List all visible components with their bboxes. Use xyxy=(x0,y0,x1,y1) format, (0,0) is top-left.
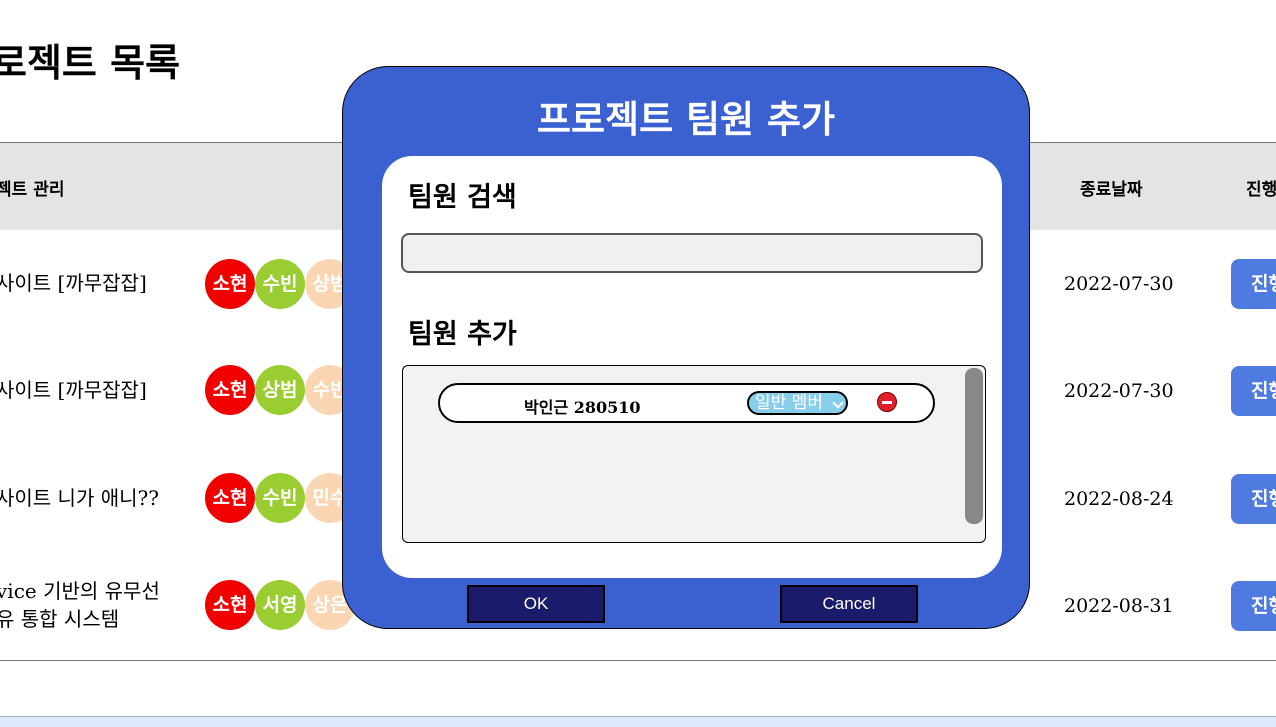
project-name[interactable]: vice 기반의 유무선 유 통합 시스템 xyxy=(0,577,160,633)
member-avatar: 수빈 xyxy=(255,473,305,523)
scrollbar-thumb[interactable] xyxy=(965,368,983,524)
end-date: 2022-08-31 xyxy=(1064,595,1174,617)
status-button[interactable]: 진행 xyxy=(1231,581,1276,631)
project-name[interactable]: 사이트 니가 애니?? xyxy=(0,484,159,512)
role-select-value: 일반 멤버 xyxy=(755,393,823,413)
member-avatar: 서영 xyxy=(255,580,305,630)
project-name-line: 유 통합 시스템 xyxy=(0,607,120,631)
cancel-button[interactable]: Cancel xyxy=(780,585,918,623)
member-avatar: 소현 xyxy=(205,365,255,415)
member-list[interactable]: 박인근 280510 일반 멤버 xyxy=(402,365,986,543)
member-add-label: 팀원 추가 xyxy=(408,319,517,350)
member-avatar: 상범 xyxy=(255,365,305,415)
end-date: 2022-07-30 xyxy=(1064,273,1174,295)
add-team-member-modal: 프로젝트 팀원 추가 팀원 검색 팀원 추가 박인근 280510 일반 멤버 … xyxy=(342,66,1030,629)
member-avatar: 소현 xyxy=(205,473,255,523)
status-button[interactable]: 진행 xyxy=(1231,474,1276,524)
page-title: 로젝트 목록 xyxy=(0,40,181,85)
project-name[interactable]: 사이트 [까무잡잡] xyxy=(0,269,147,297)
column-header-name: 젝트 관리 xyxy=(0,180,65,200)
chevron-down-icon xyxy=(832,397,844,409)
status-button[interactable]: 진행 xyxy=(1231,259,1276,309)
table-bottom-divider xyxy=(0,660,1276,661)
member-search-label: 팀원 검색 xyxy=(408,182,517,213)
remove-member-icon[interactable] xyxy=(877,392,897,412)
modal-title: 프로젝트 팀원 추가 xyxy=(536,97,836,141)
member-avatar: 소현 xyxy=(205,580,255,630)
project-name[interactable]: 사이트 [까무잡잡] xyxy=(0,376,147,404)
member-avatar: 소현 xyxy=(205,259,255,309)
member-name: 박인근 280510 xyxy=(524,398,641,417)
ok-button[interactable]: OK xyxy=(467,585,605,623)
end-date: 2022-07-30 xyxy=(1064,380,1174,402)
column-header-end-date: 종료날짜 xyxy=(1080,180,1143,200)
modal-body: 팀원 검색 팀원 추가 박인근 280510 일반 멤버 xyxy=(382,156,1002,578)
project-name-line: vice 기반의 유무선 xyxy=(0,579,160,603)
role-select[interactable]: 일반 멤버 xyxy=(747,391,848,415)
footer-bar xyxy=(0,716,1276,727)
end-date: 2022-08-24 xyxy=(1064,488,1174,510)
column-header-status: 진행 xyxy=(1246,180,1276,200)
member-avatar: 수빈 xyxy=(255,259,305,309)
status-button[interactable]: 진행 xyxy=(1231,366,1276,416)
member-search-input[interactable] xyxy=(401,233,983,273)
member-list-item: 박인근 280510 일반 멤버 xyxy=(438,383,935,423)
